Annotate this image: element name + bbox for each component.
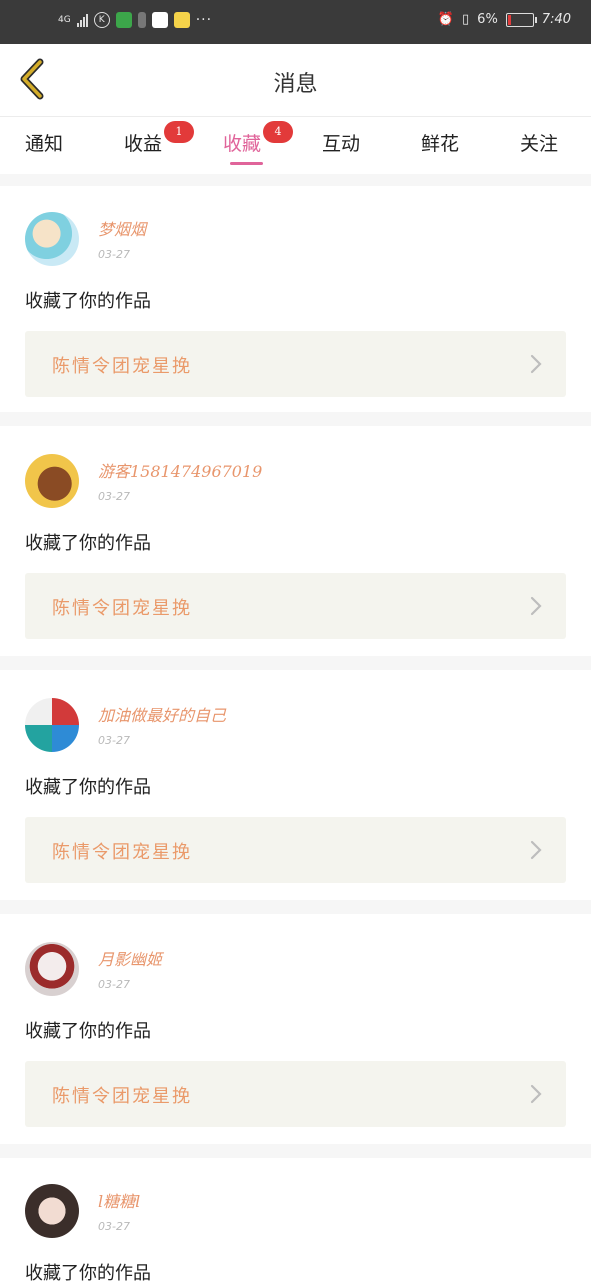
avatar[interactable] (25, 454, 79, 508)
divider (0, 656, 591, 670)
chat-app-icon (173, 12, 190, 28)
work-title: 陈情令团宠星挽 (52, 1086, 192, 1107)
work-link[interactable]: 陈情令团宠星挽 (25, 1061, 566, 1127)
username[interactable]: 梦烟烟 (98, 216, 146, 240)
divider (0, 900, 591, 914)
clock: 7:40 (541, 12, 571, 27)
chevron-right-icon (530, 596, 542, 616)
work-link[interactable]: 陈情令团宠星挽 (25, 817, 566, 883)
avatar[interactable] (25, 942, 79, 996)
divider (0, 1144, 591, 1158)
work-link[interactable]: 陈情令团宠星挽 (25, 331, 566, 397)
tab-follows[interactable]: 关注 (520, 129, 558, 156)
header: 消息 (0, 44, 591, 117)
active-tab-indicator (230, 162, 263, 165)
signal-icon (76, 13, 88, 27)
tab-notifications[interactable]: 通知 (25, 129, 63, 156)
battery-icon (505, 12, 537, 27)
tab-favorites[interactable]: 收藏 4 (223, 121, 293, 156)
message-card: 梦烟烟 03-27 收藏了你的作品 陈情令团宠星挽 (0, 186, 591, 415)
message-card: 游客1581474967019 03-27 收藏了你的作品 陈情令团宠星挽 (0, 428, 591, 657)
earnings-badge: 1 (164, 121, 194, 143)
chevron-right-icon (530, 354, 542, 374)
network-type: 4G (58, 15, 71, 25)
message-date: 03-27 (98, 978, 130, 991)
message-card: 加油做最好的自己 03-27 收藏了你的作品 陈情令团宠星挽 (0, 672, 591, 901)
tab-label: 关注 (520, 133, 559, 155)
avatar[interactable] (25, 1184, 79, 1238)
avatar[interactable] (25, 698, 79, 752)
message-text: 收藏了你的作品 (25, 777, 151, 798)
username[interactable]: 加油做最好的自己 (98, 702, 226, 726)
tab-label: 鲜花 (421, 133, 460, 155)
tab-flowers[interactable]: 鲜花 (421, 129, 459, 156)
work-title: 陈情令团宠星挽 (52, 842, 192, 863)
message-card: l糖糖l 03-27 收藏了你的作品 (0, 1158, 591, 1284)
alarm-icon: ⏰ (437, 12, 455, 27)
baidu-app-icon (151, 12, 168, 28)
avatar[interactable] (25, 212, 79, 266)
page-title: 消息 (273, 72, 318, 97)
work-link[interactable]: 陈情令团宠星挽 (25, 573, 566, 639)
tab-bar: 通知 收益 1 收藏 4 互动 鲜花 关注 (0, 117, 591, 173)
message-text: 收藏了你的作品 (25, 1263, 151, 1284)
work-title: 陈情令团宠星挽 (52, 356, 192, 377)
message-date: 03-27 (98, 248, 130, 261)
chevron-right-icon (530, 840, 542, 860)
chevron-right-icon (530, 1084, 542, 1104)
tab-interactions[interactable]: 互动 (322, 129, 360, 156)
message-date: 03-27 (98, 1220, 130, 1233)
status-bar: 4G K ··· ⏰ ▯ 6% 7:40 (0, 0, 591, 44)
message-date: 03-27 (98, 490, 130, 503)
message-text: 收藏了你的作品 (25, 533, 151, 554)
tab-label: 互动 (322, 133, 361, 155)
username[interactable]: 月影幽姬 (98, 946, 162, 970)
username[interactable]: l糖糖l (98, 1188, 140, 1212)
tab-label: 收藏 (223, 133, 262, 155)
favorites-badge: 4 (263, 121, 293, 143)
message-card: 月影幽姬 03-27 收藏了你的作品 陈情令团宠星挽 (0, 916, 591, 1145)
battery-percent: 6% (477, 12, 498, 27)
k-app-icon: K (93, 12, 110, 28)
message-text: 收藏了你的作品 (25, 1021, 151, 1042)
message-text: 收藏了你的作品 (25, 291, 151, 312)
tab-label: 收益 (124, 133, 163, 155)
tab-label: 通知 (25, 133, 64, 155)
divider (0, 412, 591, 426)
more-notifications-icon: ··· (195, 12, 213, 28)
vibrate-icon: ▯ (462, 12, 470, 27)
green-app-icon (115, 12, 132, 28)
battery-app-icon (137, 12, 146, 28)
work-title: 陈情令团宠星挽 (52, 598, 192, 619)
message-date: 03-27 (98, 734, 130, 747)
tab-earnings[interactable]: 收益 1 (124, 121, 194, 156)
username[interactable]: 游客1581474967019 (98, 458, 262, 482)
